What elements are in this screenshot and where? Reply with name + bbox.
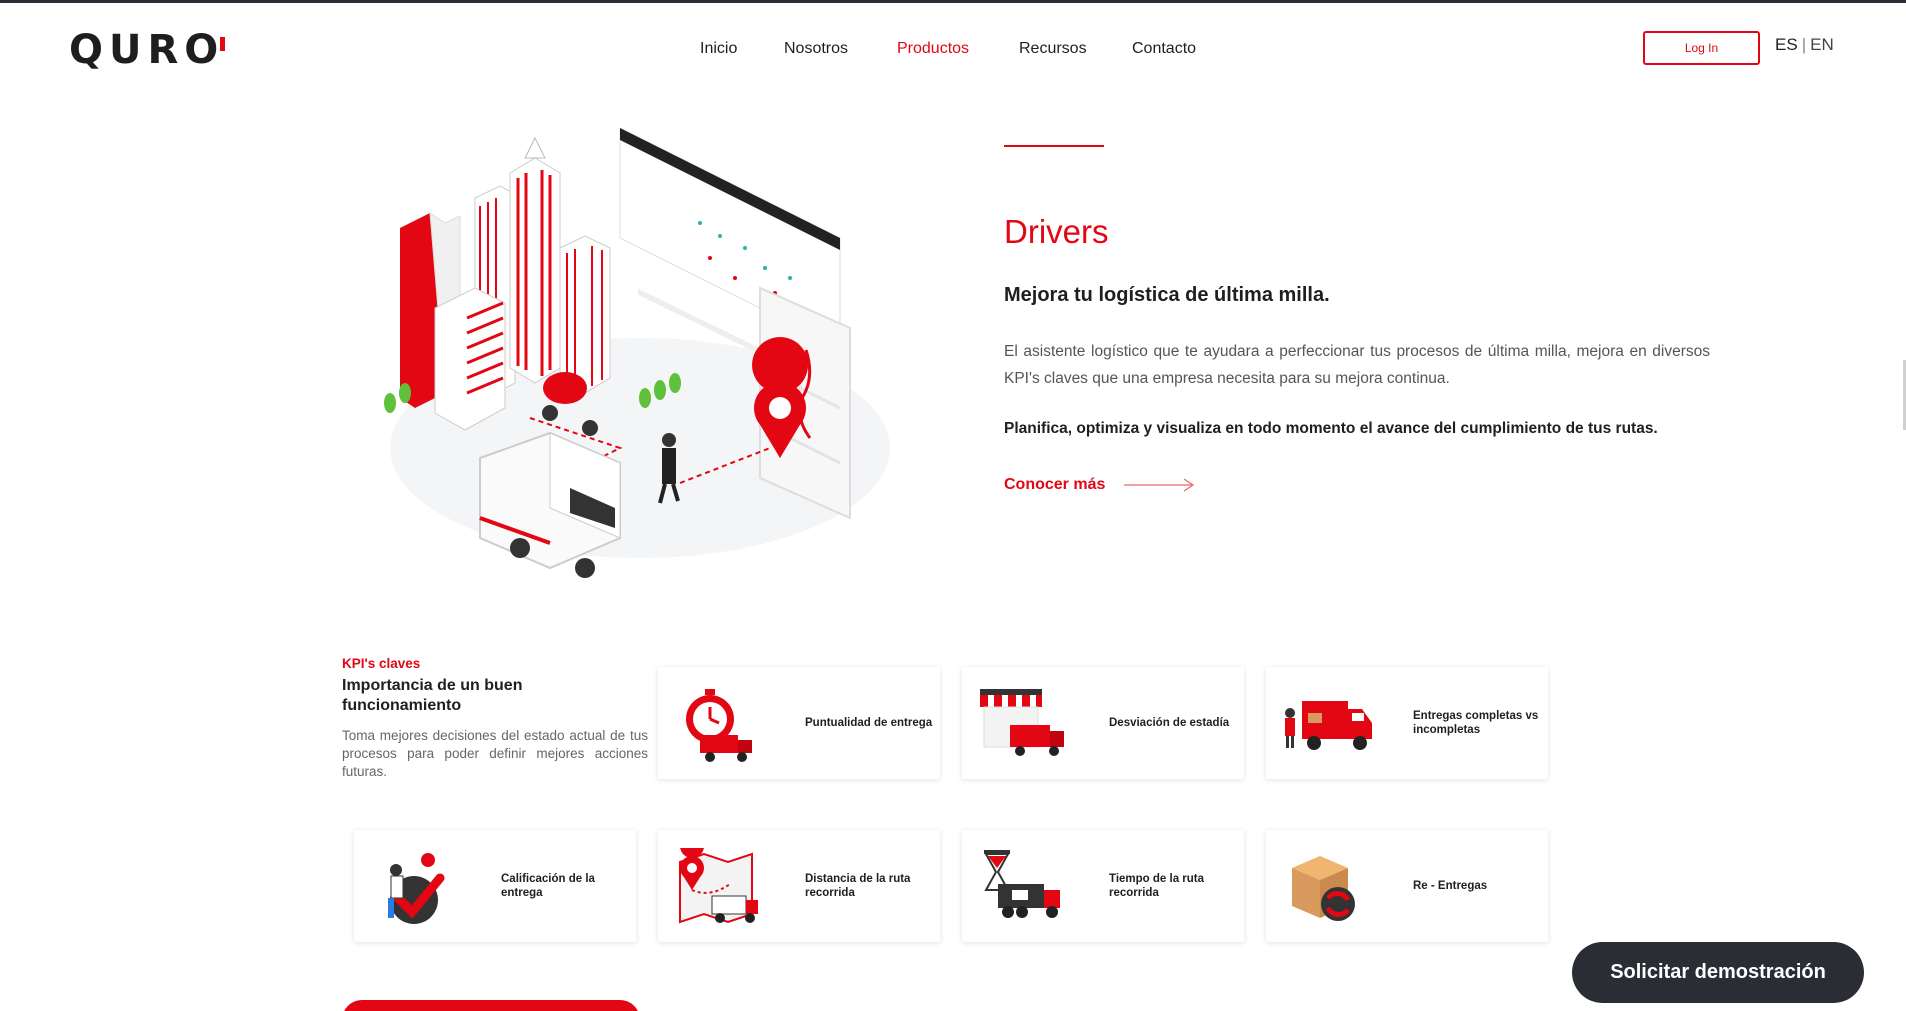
kpi-card-label: Re - Entregas (1413, 880, 1488, 892)
kpi-card-label: Tiempo de la ruta recorrida (1109, 873, 1205, 899)
map-route-icon (679, 848, 758, 924)
kpi-card-label: Distancia de la ruta recorrida (805, 873, 911, 899)
box-redelivery-icon (1292, 856, 1355, 921)
language-switcher: ES | EN (1775, 35, 1834, 55)
kpi-title: Importancia de un buen funcionamiento (342, 677, 523, 714)
hero-city-logistics-illustration (384, 127, 890, 578)
kpi-card-desviacion[interactable]: Desviación de estadía (962, 667, 1244, 779)
hero-title: Drivers (1004, 213, 1109, 250)
kpi-card-tiempo[interactable]: Tiempo de la ruta recorrida (962, 830, 1244, 942)
kpi-card-entregas[interactable]: Entregas completas vs incompletas (1266, 667, 1548, 779)
rating-check-icon (388, 853, 445, 924)
stopwatch-truck-icon (686, 689, 752, 762)
lang-separator: | (1801, 35, 1807, 54)
kpi-card-label: Calificación de la entrega (501, 873, 595, 899)
delivery-truck-icon (1285, 701, 1372, 750)
bottom-red-button[interactable] (342, 1000, 640, 1011)
lang-es[interactable]: ES (1775, 35, 1798, 54)
solicitar-demostracion-button[interactable]: Solicitar demostración (1572, 942, 1864, 1003)
kpi-eyebrow: KPI's claves (342, 656, 421, 671)
hero-subtitle: Mejora tu logística de última milla. (1004, 284, 1330, 306)
nav-recursos[interactable]: Recursos (1019, 40, 1087, 58)
kpi-card-distancia[interactable]: Distancia de la ruta recorrida (658, 830, 940, 942)
top-border (0, 0, 1906, 3)
kpi-card-label: Entregas completas vs incompletas (1413, 710, 1539, 736)
hero-divider (1004, 145, 1104, 147)
kpi-card-reentregas[interactable]: Re - Entregas (1266, 830, 1548, 942)
conocer-mas-link[interactable]: Conocer más (1004, 476, 1105, 494)
hourglass-truck-icon (984, 850, 1060, 918)
lang-en[interactable]: EN (1810, 35, 1834, 54)
store-truck-icon (980, 689, 1064, 756)
hero-highlight: Planifica, optimiza y visualiza en todo … (1004, 420, 1658, 437)
kpi-card-label: Desviación de estadía (1109, 717, 1230, 729)
nav-nosotros[interactable]: Nosotros (784, 40, 848, 58)
nav-productos[interactable]: Productos (897, 40, 969, 58)
kpi-description: Toma mejores decisiones del estado actua… (342, 728, 648, 779)
hero-description: El asistente logístico que te ayudara a … (1004, 343, 1710, 387)
arrow-right-icon[interactable] (1124, 478, 1196, 492)
main-nav: Inicio Nosotros Productos Recursos Conta… (0, 40, 1906, 64)
kpi-card-puntualidad[interactable]: Puntualidad de entrega (658, 667, 940, 779)
kpi-card-calificacion[interactable]: Calificación de la entrega (354, 830, 636, 942)
login-button[interactable]: Log In (1643, 31, 1760, 65)
kpi-card-label: Puntualidad de entrega (805, 717, 933, 729)
nav-contacto[interactable]: Contacto (1132, 40, 1196, 58)
nav-inicio[interactable]: Inicio (700, 40, 737, 58)
